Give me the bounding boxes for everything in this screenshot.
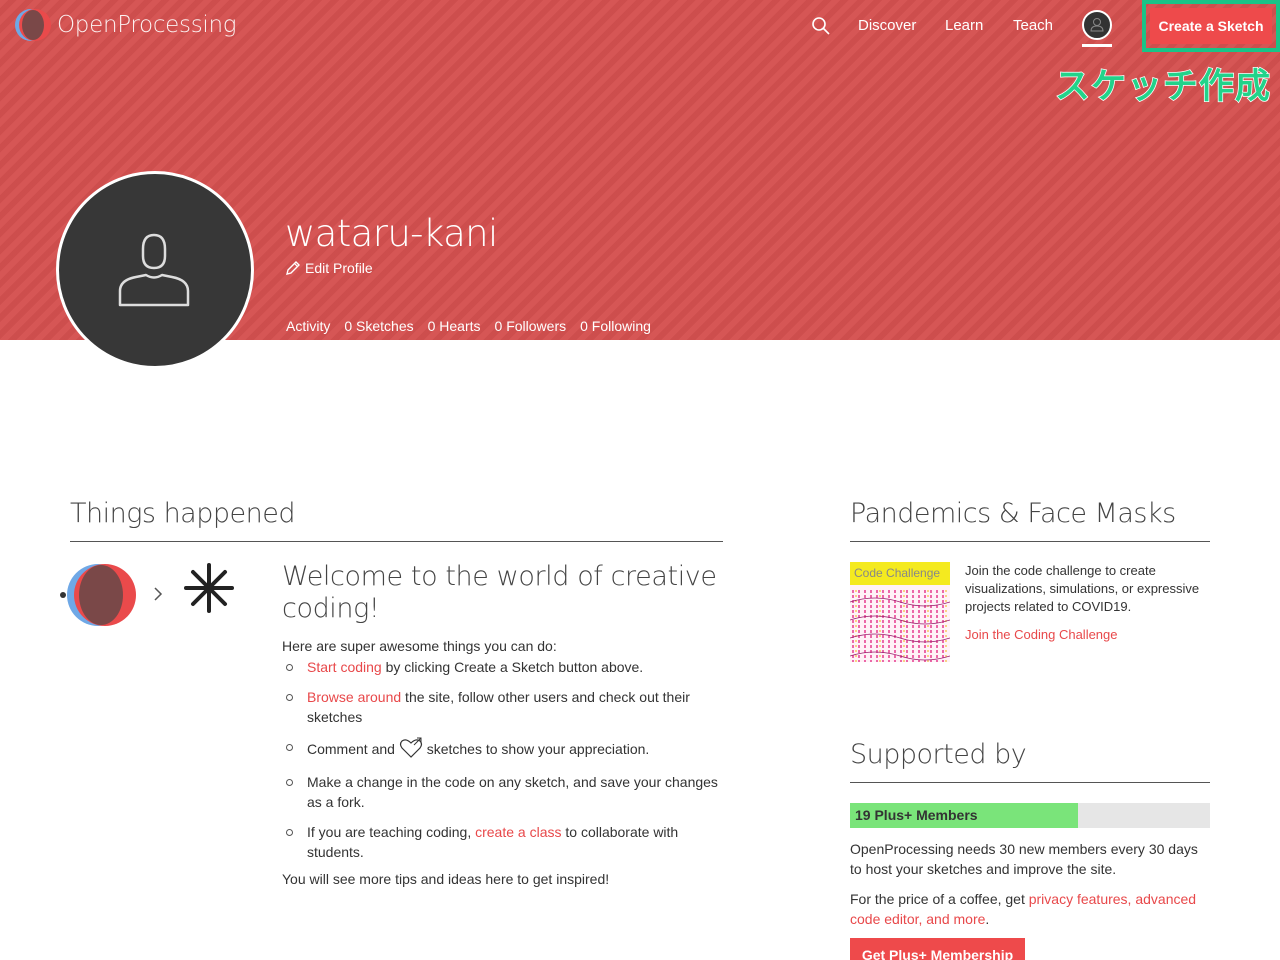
activity-heading: Things happened <box>70 498 295 529</box>
tips-list: Start coding by clicking Create a Sketch… <box>285 657 725 872</box>
support-offer-end: . <box>985 911 990 927</box>
support-divider <box>850 782 1210 783</box>
challenge-divider <box>850 541 1210 542</box>
user-avatar-menu[interactable] <box>1082 10 1112 40</box>
create-sketch-button[interactable]: Create a Sketch <box>1150 8 1272 44</box>
pencil-icon <box>286 261 300 275</box>
welcome-illustration <box>60 563 234 626</box>
tip-text: by clicking Create a Sketch button above… <box>381 659 644 675</box>
welcome-outro: You will see more tips and ideas here to… <box>282 871 610 887</box>
membership-progress-label: 19 Plus+ Members <box>855 807 978 823</box>
list-item: Comment and sketches to show your apprec… <box>285 737 725 759</box>
membership-progress-bar: 19 Plus+ Members <box>850 803 1210 828</box>
list-item: If you are teaching coding, create a cla… <box>285 822 725 862</box>
challenge-heading: Pandemics & Face Masks <box>850 498 1176 529</box>
openprocessing-logo-icon[interactable] <box>14 8 52 42</box>
heart-icon <box>399 737 422 758</box>
list-item: Make a change in the code on any sketch,… <box>285 772 725 812</box>
nav-teach[interactable]: Teach <box>1013 17 1053 34</box>
nav-learn[interactable]: Learn <box>945 17 983 34</box>
list-item: Browse around the site, follow other use… <box>285 687 725 727</box>
tab-hearts[interactable]: 0 Hearts <box>428 318 481 343</box>
brand-name[interactable]: OpenProcessing <box>57 12 237 38</box>
user-silhouette-icon <box>118 233 190 307</box>
profile-tabs: Activity 0 Sketches 0 Hearts 0 Followers… <box>286 318 651 343</box>
nav-discover[interactable]: Discover <box>858 17 916 34</box>
tip-text: Comment and <box>307 741 399 757</box>
challenge-description: Join the code challenge to create visual… <box>965 563 1200 614</box>
search-icon[interactable] <box>811 16 831 36</box>
create-class-link[interactable]: create a class <box>475 824 561 840</box>
list-item: Start coding by clicking Create a Sketch… <box>285 657 725 677</box>
tip-text: Make a change in the code on any sketch,… <box>307 774 718 810</box>
edit-profile-label: Edit Profile <box>305 260 373 276</box>
challenge-tag: Code Challenge <box>850 562 950 585</box>
edit-profile-link[interactable]: Edit Profile <box>285 260 373 276</box>
asterisk-icon <box>184 563 234 613</box>
tab-following[interactable]: 0 Following <box>580 318 651 343</box>
tip-text: sketches to show your appreciation. <box>422 741 650 757</box>
activity-divider <box>70 541 723 542</box>
profile-avatar[interactable] <box>56 171 254 369</box>
support-offer-text: For the price of a coffee, get <box>850 891 1029 907</box>
tab-activity[interactable]: Activity <box>286 318 331 343</box>
start-coding-link[interactable]: Start coding <box>307 659 382 675</box>
support-description: OpenProcessing needs 30 new members ever… <box>850 841 1198 877</box>
get-plus-membership-button[interactable]: Get Plus+ Membership <box>850 938 1025 960</box>
tab-followers[interactable]: 0 Followers <box>495 318 567 343</box>
tip-text: If you are teaching coding, <box>307 824 476 840</box>
welcome-intro: Here are super awesome things you can do… <box>282 638 557 654</box>
support-offer: For the price of a coffee, get privacy f… <box>850 889 1210 929</box>
dot-icon <box>60 592 66 598</box>
openprocessing-logo-icon <box>67 564 136 626</box>
support-heading: Supported by <box>850 739 1027 770</box>
top-navigation: OpenProcessing Discover Learn Teach <box>0 0 1280 52</box>
chevron-right-icon <box>154 587 163 601</box>
browse-around-link[interactable]: Browse around <box>307 689 401 705</box>
annotation-label: スケッチ作成 <box>1054 66 1272 108</box>
user-icon <box>1090 18 1104 32</box>
profile-username: wataru-kani <box>285 212 498 255</box>
welcome-title: Welcome to the world of creative coding! <box>282 561 717 624</box>
avatar-active-indicator <box>1082 44 1112 47</box>
tab-sketches[interactable]: 0 Sketches <box>344 318 413 343</box>
join-challenge-link[interactable]: Join the Coding Challenge <box>965 627 1118 642</box>
